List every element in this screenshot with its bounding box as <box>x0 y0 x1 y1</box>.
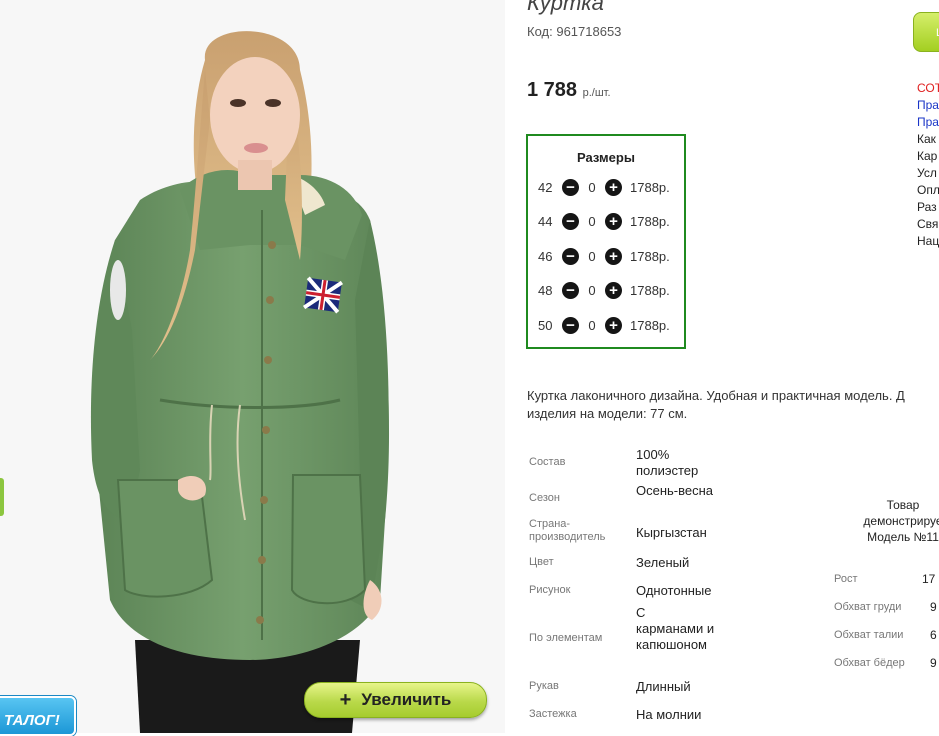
plus-icon[interactable]: + <box>605 281 622 299</box>
add-to-cart-button[interactable]: L <box>913 12 939 52</box>
attribute-key: Сезон <box>529 492 560 504</box>
measurement-value: 6 <box>930 628 937 642</box>
zoom-button[interactable]: + Увеличить <box>304 682 487 718</box>
quantity-value: 0 <box>588 248 596 264</box>
product-code-label: Код: <box>527 24 553 39</box>
attribute-key: Состав <box>529 456 566 468</box>
side-link[interactable]: Раз <box>917 199 939 216</box>
attribute-value: Длинный <box>636 679 691 694</box>
size-label: 44 <box>538 213 553 229</box>
size-row: 44 − 0 + 1788р. <box>538 211 670 231</box>
measurement-row: Обхват груди 9 <box>834 600 937 614</box>
plus-icon[interactable]: + <box>605 178 622 196</box>
quantity-value: 0 <box>588 179 596 195</box>
description-line: изделия на модели: 77 см. <box>527 406 688 421</box>
attribute-key: Цвет <box>529 556 554 568</box>
minus-icon[interactable]: − <box>562 212 579 230</box>
model-caption: Товар демонстрируе Модель №11 <box>843 497 939 545</box>
measurement-label: Обхват бёдер <box>834 657 905 669</box>
attribute-value: Однотонные <box>636 583 712 598</box>
attribute-value: Зеленый <box>636 555 690 570</box>
price-value: 1 788 <box>527 79 578 101</box>
model-in-parka-image <box>0 0 505 733</box>
measurement-value: 17 <box>922 572 936 586</box>
measurement-label: Обхват талии <box>834 629 904 641</box>
size-price: 1788р. <box>630 213 670 229</box>
attribute-key: Рисунок <box>529 584 571 596</box>
measurement-row: Обхват талии 6 <box>834 628 937 642</box>
measurement-row: Рост 17 <box>834 572 935 586</box>
attribute-key: По элементам <box>529 632 603 644</box>
product-code: Код: 961718653 <box>527 24 621 39</box>
sizes-panel: Размеры 42 − 0 + 1788р. 44 − 0 + 1788р. … <box>526 134 686 349</box>
size-label: 46 <box>538 248 553 264</box>
size-label: 50 <box>538 317 553 333</box>
side-link[interactable]: Опл <box>917 182 939 199</box>
model-caption-line: Модель №11 <box>867 530 939 544</box>
model-caption-line: Товар <box>886 498 920 512</box>
product-photo[interactable] <box>0 0 505 733</box>
side-link[interactable]: Усл <box>917 165 939 182</box>
price-unit: р./шт. <box>582 87 611 99</box>
measurement-label: Рост <box>834 573 858 585</box>
product-title: Куртка <box>527 0 604 15</box>
plus-icon[interactable]: + <box>605 316 622 334</box>
sizes-title: Размеры <box>577 150 635 165</box>
attribute-key: Страна-производитель <box>529 518 606 543</box>
plus-icon[interactable]: + <box>605 247 622 265</box>
attribute-key: Застежка <box>529 708 577 720</box>
side-link[interactable]: Свя <box>917 216 939 233</box>
size-price: 1788р. <box>630 282 670 298</box>
measurement-value: 9 <box>930 656 937 670</box>
side-link[interactable]: Пра <box>917 114 939 131</box>
attribute-value: На молнии <box>636 707 702 722</box>
quantity-value: 0 <box>588 213 596 229</box>
attribute-value: Осень-весна <box>636 483 714 498</box>
plus-icon[interactable]: + <box>605 212 622 230</box>
product-description: Куртка лаконичного дизайна. Удобная и пр… <box>527 387 939 423</box>
size-row: 42 − 0 + 1788р. <box>538 177 670 197</box>
left-edge-tab[interactable] <box>0 478 4 516</box>
attribute-value: 100% полиэстер <box>636 447 699 478</box>
plus-icon: + <box>339 688 352 711</box>
size-label: 42 <box>538 179 553 195</box>
minus-icon[interactable]: − <box>562 281 579 299</box>
product-code-value: 961718653 <box>556 24 622 39</box>
measurement-value: 9 <box>930 600 937 614</box>
quantity-value: 0 <box>588 317 596 333</box>
attribute-key: Рукав <box>529 680 559 692</box>
minus-icon[interactable]: − <box>562 178 579 196</box>
catalog-badge-label: ТАЛОГ! <box>4 712 60 729</box>
side-link[interactable]: СОТ <box>917 80 939 97</box>
product-price: 1 788 р./шт. <box>527 79 611 102</box>
side-links: СОТ Пра Пра Как Кар Усл Опл Раз Свя Нац <box>917 80 939 250</box>
attribute-value: С карманами и капюшоном <box>636 605 715 652</box>
zoom-button-label: Увеличить <box>361 690 452 709</box>
quantity-value: 0 <box>588 282 596 298</box>
size-label: 48 <box>538 282 553 298</box>
size-row: 48 − 0 + 1788р. <box>538 280 670 300</box>
measurement-label: Обхват груди <box>834 601 902 613</box>
size-price: 1788р. <box>630 317 670 333</box>
catalog-badge[interactable]: ТАЛОГ! <box>0 696 76 736</box>
size-price: 1788р. <box>630 179 670 195</box>
measurement-row: Обхват бёдер 9 <box>834 656 937 670</box>
description-line: Куртка лаконичного дизайна. Удобная и пр… <box>527 388 905 403</box>
attribute-value: Кыргызстан <box>636 525 707 540</box>
size-row: 50 − 0 + 1788р. <box>538 315 670 335</box>
side-link[interactable]: Нац <box>917 233 939 250</box>
size-row: 46 − 0 + 1788р. <box>538 246 670 266</box>
side-link[interactable]: Пра <box>917 97 939 114</box>
model-caption-line: демонстрируе <box>863 514 939 528</box>
minus-icon[interactable]: − <box>562 247 579 265</box>
size-price: 1788р. <box>630 248 670 264</box>
side-link[interactable]: Как <box>917 131 939 148</box>
side-link[interactable]: Кар <box>917 148 939 165</box>
minus-icon[interactable]: − <box>562 316 579 334</box>
